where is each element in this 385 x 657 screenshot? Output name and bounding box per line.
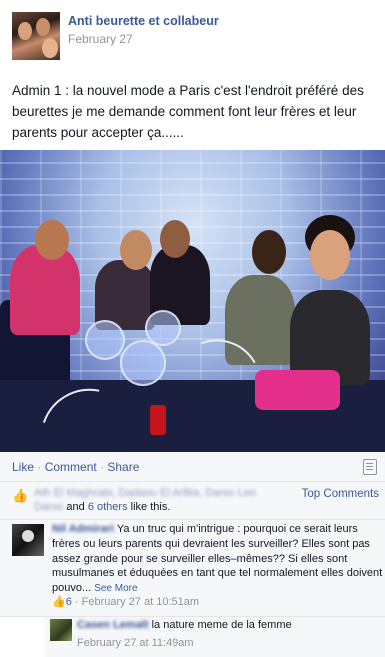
reply-author[interactable]: Casen Lemaît <box>77 619 149 631</box>
photo-head <box>120 230 152 270</box>
action-separator: · <box>96 460 108 474</box>
avatar-face <box>18 22 32 40</box>
reply: Casen Lemaît la nature meme de la femme … <box>44 617 385 657</box>
post-header: Anti beurette et collabeur February 27 <box>12 12 372 62</box>
comment-meta: 👍6 · February 27 at 10:51am <box>52 595 199 608</box>
photo-hookah <box>120 340 166 386</box>
post-timestamp[interactable]: February 27 <box>68 32 133 46</box>
post-photo[interactable] <box>0 150 385 452</box>
comment-link[interactable]: Comment <box>45 460 97 474</box>
photo-skirt <box>255 370 340 410</box>
photo-head <box>35 220 69 260</box>
avatar-face <box>36 18 50 36</box>
likes-suffix: like this. <box>130 501 171 513</box>
likes-summary: 👍 Ath El Maghrabi, Dadaou El ArBia, Dars… <box>0 482 385 520</box>
others-link[interactable]: 6 others <box>88 501 128 513</box>
comment: Nil Admirari Ya un truc qui m'intrigue :… <box>0 520 385 617</box>
avatar-face <box>42 38 58 58</box>
post-text: Admin 1 : la nouvel mode a Paris c'est l… <box>12 83 364 140</box>
meta-separator: · <box>71 596 82 608</box>
likes-text: Ath El Maghrabi, Dadaou El ArBia, Darso … <box>34 486 284 514</box>
photo-head <box>310 230 350 280</box>
share-link[interactable]: Share <box>107 460 139 474</box>
photo-head <box>160 220 190 258</box>
see-more-link[interactable]: See More <box>94 583 137 594</box>
likes-and: and <box>66 501 85 513</box>
top-comments-dropdown[interactable]: Top Comments <box>302 488 379 500</box>
like-link[interactable]: Like <box>12 460 34 474</box>
photo-hookah <box>145 310 181 346</box>
replier-avatar[interactable] <box>50 619 72 641</box>
action-links: Like · Comment · Share <box>12 460 139 474</box>
thumbs-up-icon: 👍 <box>12 488 29 503</box>
photo-head <box>252 230 286 274</box>
thumbs-up-icon: 👍 <box>52 596 66 608</box>
reply-text: la nature meme de la femme <box>151 619 292 631</box>
reply-timestamp[interactable]: February 27 at 11:49am <box>77 637 194 649</box>
photo-soda-can <box>150 405 166 435</box>
action-separator: · <box>34 460 45 474</box>
reply-body: Casen Lemaît la nature meme de la femme <box>77 619 292 631</box>
page-name-link[interactable]: Anti beurette et collabeur <box>68 14 219 28</box>
comment-body: Nil Admirari Ya un truc qui m'intrigue :… <box>52 522 385 597</box>
photo-hookah <box>85 320 125 360</box>
post-actions-bar: Like · Comment · Share <box>0 452 385 482</box>
comment-timestamp[interactable]: February 27 at 10:51am <box>82 596 199 608</box>
page-avatar[interactable] <box>12 12 60 60</box>
comment-author[interactable]: Nil Admirari <box>52 523 114 535</box>
commenter-avatar[interactable] <box>12 524 44 556</box>
share-menu-icon[interactable] <box>363 459 377 475</box>
